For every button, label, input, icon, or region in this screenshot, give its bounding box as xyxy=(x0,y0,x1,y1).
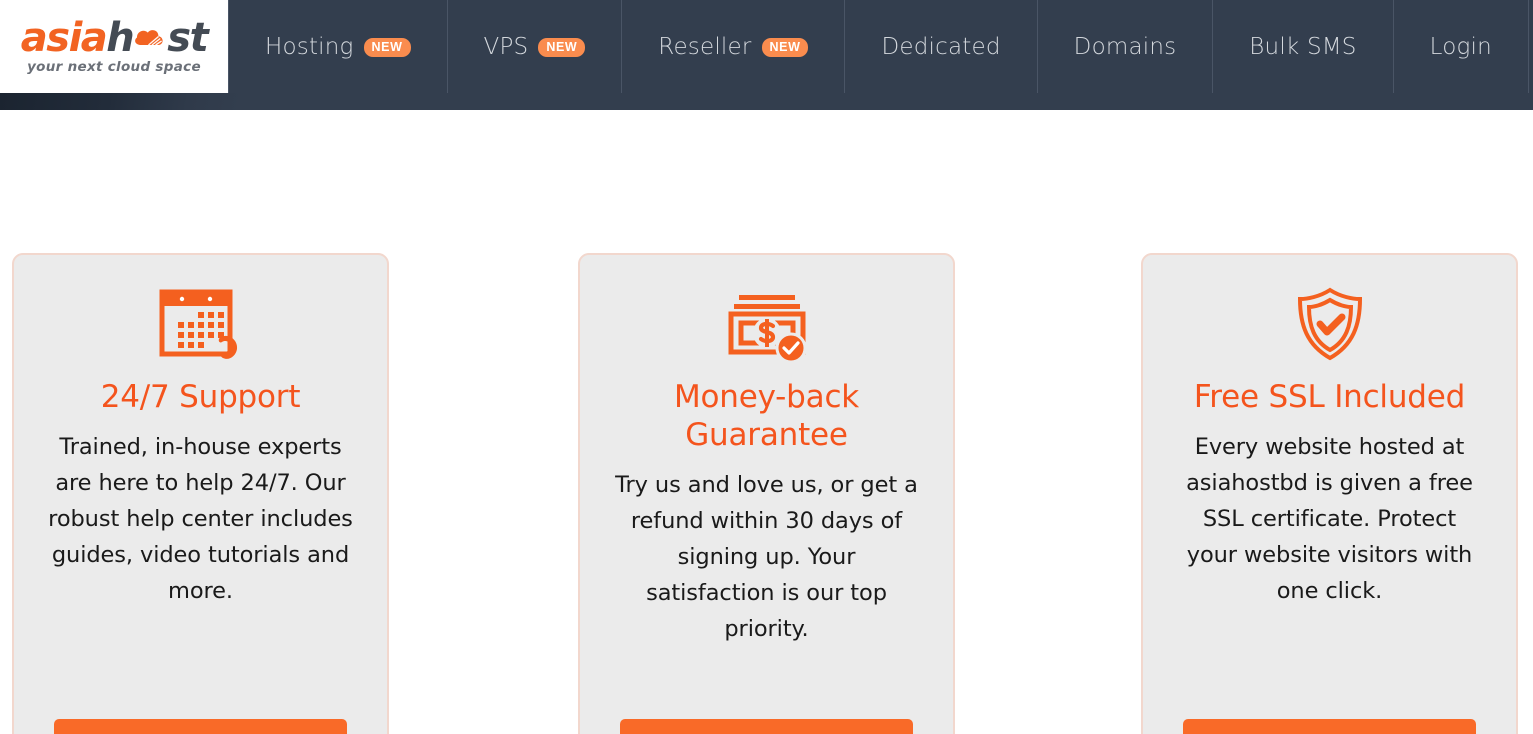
shield-checkmark-icon xyxy=(1289,283,1371,365)
nav-item-label: VPS xyxy=(483,33,529,60)
feature-cards-section: 24/7 Support Trained, in-house experts a… xyxy=(0,110,1533,734)
nav-item-dedicated[interactable]: Dedicated xyxy=(845,0,1038,93)
logo-tagline: your next cloud space xyxy=(27,59,201,75)
card-description: Every website hosted at asiahostbd is gi… xyxy=(1186,433,1473,604)
nav-item-label: Login xyxy=(1429,33,1492,60)
feature-card-free-ssl: Free SSL Included Every website hosted a… xyxy=(1141,253,1518,734)
card-title: Free SSL Included xyxy=(1193,379,1466,415)
nav-item-label: Dedicated xyxy=(881,33,1001,60)
nav-item-reseller[interactable]: Reseller NEW xyxy=(622,0,846,93)
logo-dropshadow xyxy=(0,93,240,110)
top-navigation-bar: asia h st your next cloud space Hosting N… xyxy=(0,0,1533,110)
nav-item-label: Reseller xyxy=(658,33,752,60)
nav-item-label: Domains xyxy=(1073,33,1177,60)
card-description: Try us and love us, or get a refund with… xyxy=(615,471,918,642)
nav-item-label: Hosting xyxy=(265,33,354,60)
nav-menu: Hosting NEW VPS NEW Reseller NEW Dedicat… xyxy=(228,0,1529,93)
money-checkmark-icon xyxy=(723,283,811,365)
new-badge: NEW xyxy=(761,38,809,57)
learn-more-button-free-ssl[interactable]: Learn More xyxy=(1183,719,1476,734)
logo-wordmark: asia h st xyxy=(20,15,209,61)
nav-item-login[interactable]: Login xyxy=(1394,0,1529,93)
nav-item-vps[interactable]: VPS NEW xyxy=(448,0,623,93)
card-description: Trained, in-house experts are here to he… xyxy=(48,433,353,604)
nav-item-label: Bulk SMS xyxy=(1249,33,1357,60)
feature-card-money-back: Money-back Guarantee Try us and love us,… xyxy=(578,253,955,734)
card-title: 24/7 Support xyxy=(100,379,301,415)
new-badge: NEW xyxy=(363,38,411,57)
site-logo[interactable]: asia h st your next cloud space xyxy=(0,0,228,93)
cloud-icon xyxy=(133,23,167,51)
feature-card-support: 24/7 Support Trained, in-house experts a… xyxy=(12,253,389,734)
card-title: Money-back Guarantee xyxy=(673,379,860,453)
nav-item-hosting[interactable]: Hosting NEW xyxy=(228,0,448,93)
get-support-button[interactable]: Get Support xyxy=(54,719,347,734)
logo-text-h: h xyxy=(106,15,134,61)
nav-item-bulk-sms[interactable]: Bulk SMS xyxy=(1213,0,1394,93)
logo-text-st: st xyxy=(167,15,208,61)
calendar-phone-icon xyxy=(158,283,244,365)
nav-item-domains[interactable]: Domains xyxy=(1038,0,1214,93)
new-badge: NEW xyxy=(538,38,586,57)
logo-text-asia: asia xyxy=(20,15,108,61)
learn-more-button-money-back[interactable]: Learn More xyxy=(620,719,913,734)
